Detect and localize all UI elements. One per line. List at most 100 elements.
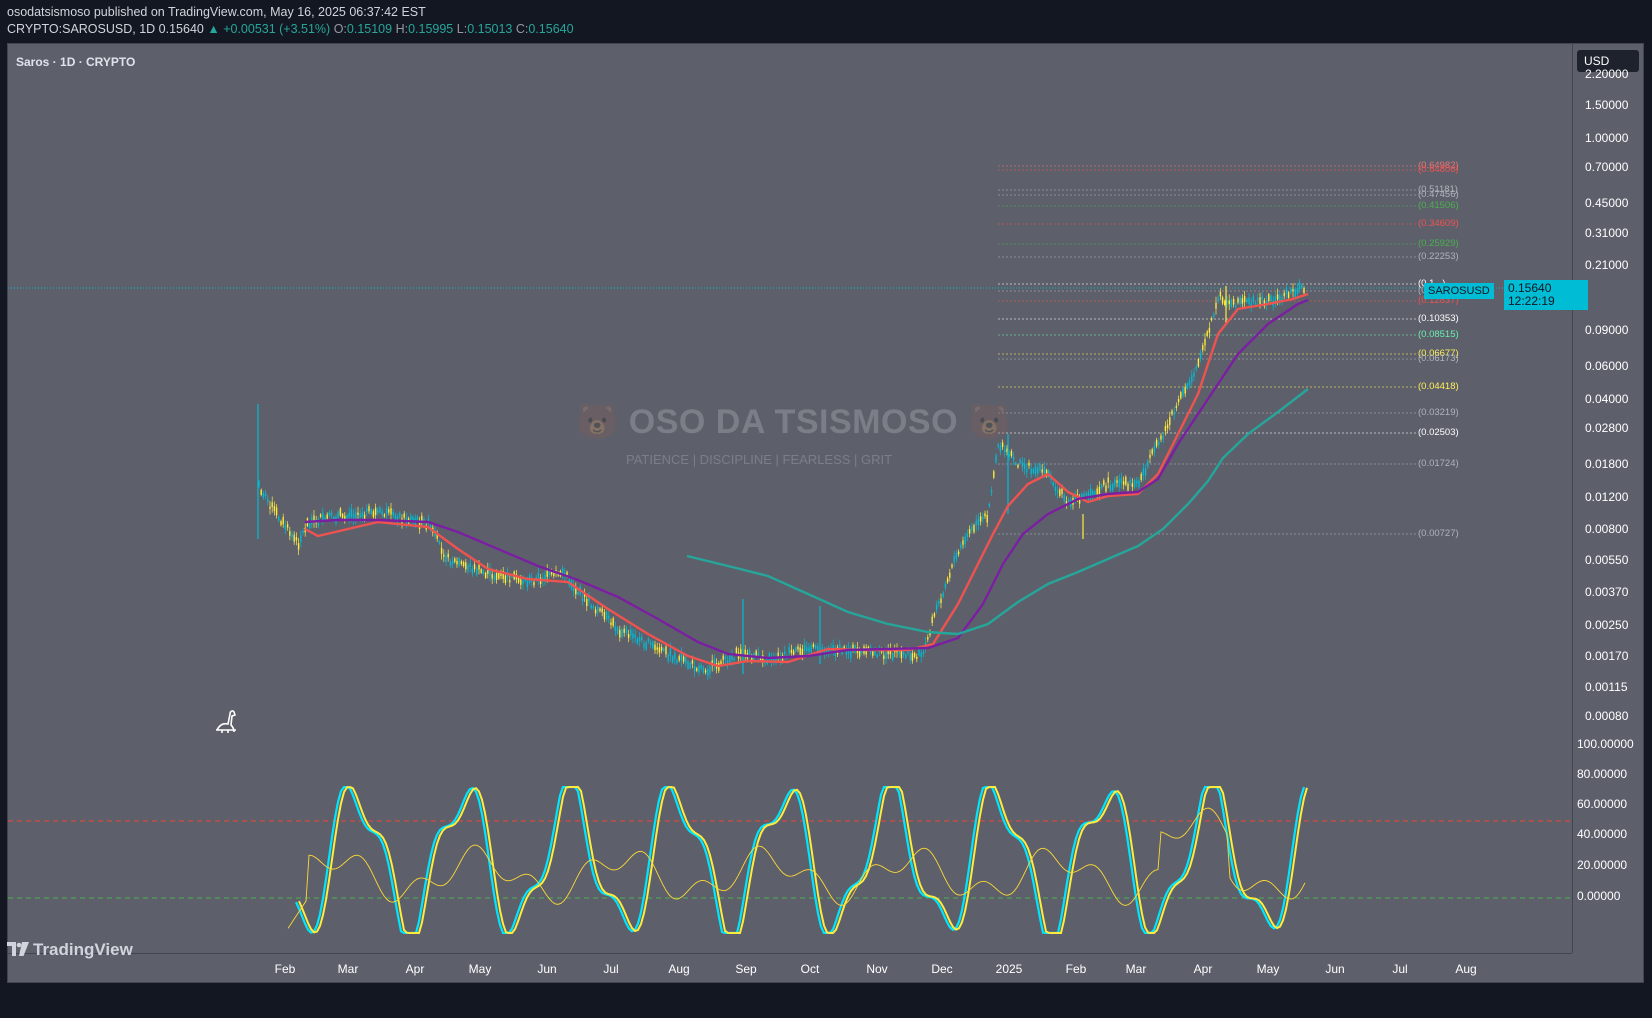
candle (645, 641, 647, 650)
osc-tick: 0.00000 (1577, 889, 1621, 903)
chart-legend[interactable]: Saros · 1D · CRYPTO (16, 55, 135, 69)
candle (667, 654, 669, 662)
candle (1184, 386, 1186, 394)
candle (1118, 479, 1120, 488)
high-value: 0.15995 (408, 22, 454, 36)
candle (1206, 331, 1208, 337)
price-tick: 0.45000 (1585, 196, 1629, 210)
candle (1162, 436, 1164, 439)
fib-label: (0.01724) (1418, 458, 1459, 469)
candle (449, 561, 452, 566)
chart-container[interactable]: Saros · 1D · CRYPTO 🐻 OSO DA TSISMOSO 🐻 … (7, 43, 1644, 983)
candle (471, 568, 474, 574)
candle (469, 563, 471, 568)
candle (1252, 295, 1255, 303)
candle (1116, 480, 1118, 483)
candle (370, 509, 372, 515)
candle (905, 654, 907, 659)
candle (1254, 302, 1257, 305)
oscillator-pane[interactable] (8, 775, 1572, 953)
candle (1094, 491, 1096, 496)
candle (1151, 449, 1153, 455)
candle (614, 626, 617, 631)
candle (812, 644, 815, 647)
candle (586, 599, 588, 607)
candle (478, 564, 480, 570)
candle (445, 555, 447, 563)
candle (913, 653, 916, 658)
candle (1180, 392, 1182, 399)
candle (1248, 297, 1250, 304)
candle (1147, 461, 1149, 468)
candle (1107, 477, 1109, 483)
candle (797, 646, 799, 650)
candle (682, 656, 685, 662)
candle (623, 628, 625, 633)
price-tick: 0.01200 (1585, 490, 1629, 504)
candle (656, 647, 658, 650)
price-tick: 0.04000 (1585, 392, 1629, 406)
candle (493, 575, 496, 580)
candle (751, 657, 753, 660)
candle (641, 636, 643, 641)
candle (1193, 372, 1195, 377)
candle (300, 535, 302, 543)
candle (968, 529, 971, 534)
candle (1028, 462, 1030, 466)
candle (1173, 411, 1175, 415)
candle (630, 629, 632, 636)
candle (605, 611, 608, 620)
candle (460, 561, 463, 565)
candle (1217, 297, 1219, 302)
candle (553, 573, 555, 577)
candle (1257, 298, 1259, 301)
candle (590, 605, 592, 609)
candle (971, 526, 973, 531)
candle (687, 661, 689, 669)
tradingview-logo[interactable]: TradingView (7, 940, 133, 961)
candle (1122, 481, 1125, 485)
main-price-pane[interactable]: Saros · 1D · CRYPTO 🐻 OSO DA TSISMOSO 🐻 … (8, 44, 1572, 773)
candle (1158, 441, 1160, 445)
candle (803, 644, 806, 652)
candle (392, 511, 394, 516)
osc-rsi-line (287, 807, 1306, 929)
candle (1261, 296, 1263, 300)
price-tick: 0.06000 (1585, 359, 1629, 373)
candle (1019, 459, 1021, 464)
candle (267, 498, 269, 502)
candle (1164, 425, 1167, 432)
time-tick: Feb (1065, 962, 1087, 976)
candle (731, 655, 733, 660)
candle (680, 653, 683, 661)
candle (1041, 469, 1043, 473)
candle (1144, 468, 1147, 476)
open-label: O: (333, 22, 347, 36)
candle (286, 524, 289, 528)
high-label: H: (395, 22, 409, 36)
time-tick: Jun (1325, 962, 1345, 976)
candle (273, 505, 276, 512)
candle (1219, 291, 1222, 297)
candle (999, 445, 1002, 452)
time-axis[interactable]: Feb Mar Apr May Jun Jul Aug Sep Oct Nov Dec 2025 Feb… (8, 953, 1572, 982)
candle (440, 547, 443, 554)
fib-label: (0.08515) (1418, 329, 1459, 340)
candle (612, 618, 614, 626)
candle (671, 656, 674, 663)
candle (784, 651, 786, 655)
price-axis[interactable]: USD 2.20000 1.50000 1.00000 0.70000 0.45000 0… (1572, 44, 1645, 953)
osc-tick: 60.00000 (1577, 797, 1628, 811)
oscillator-canvas[interactable] (8, 775, 1572, 953)
candle (295, 537, 298, 541)
candle (1298, 282, 1301, 290)
candle (1032, 468, 1035, 474)
candle (625, 627, 628, 634)
candle (1052, 482, 1054, 486)
candle (949, 572, 951, 578)
brand-name: TradingView (33, 940, 133, 959)
dino-icon[interactable] (214, 706, 240, 734)
candle (594, 609, 597, 614)
candle (1105, 485, 1107, 492)
candle (975, 520, 977, 526)
